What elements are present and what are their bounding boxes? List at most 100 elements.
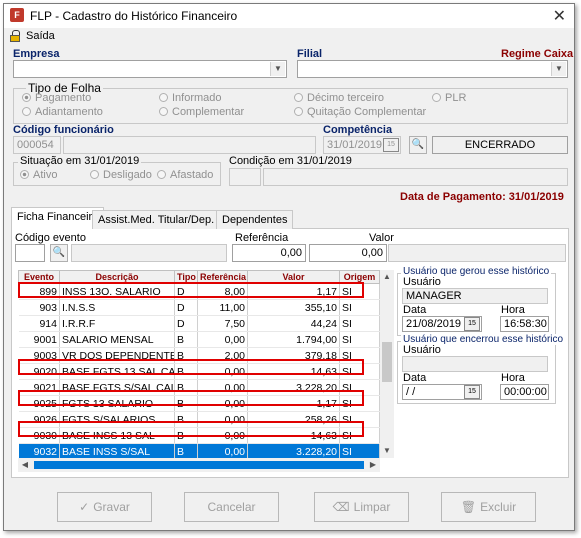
cancelar-button[interactable]: Cancelar bbox=[184, 492, 279, 522]
cell: 0,00 bbox=[197, 331, 248, 348]
search-icon[interactable]: 🔍 bbox=[409, 136, 427, 154]
cell: SI bbox=[339, 379, 380, 396]
valor-label: Valor bbox=[369, 232, 394, 244]
calendar-icon[interactable]: 15 bbox=[383, 138, 399, 152]
gerou-usuario-field: MANAGER bbox=[402, 288, 548, 304]
table-row[interactable]: 9001 SALARIO MENSAL B 0,00 1.794,00 SI bbox=[18, 331, 380, 348]
gerou-hora-field: 16:58:30 bbox=[500, 316, 549, 332]
encerrou-hora-label: Hora bbox=[501, 372, 525, 384]
vertical-scrollbar[interactable]: ▲ ▼ bbox=[380, 270, 394, 458]
competencia-label: Competência bbox=[323, 124, 393, 136]
data-pagamento: Data de Pagamento: 31/01/2019 bbox=[400, 191, 564, 203]
cell: 1,17 bbox=[247, 395, 340, 412]
evento-desc-field bbox=[71, 244, 227, 262]
extra-field bbox=[388, 244, 566, 262]
excluir-button[interactable]: 🗑 Excluir bbox=[441, 492, 536, 522]
cell: 11,00 bbox=[197, 299, 248, 316]
calendar-icon[interactable]: 15 bbox=[464, 385, 480, 399]
table-row[interactable]: 9020BASE FGTS 13 SAL CALCB0,0014,63SI bbox=[18, 363, 380, 380]
cell: 0,00 bbox=[197, 363, 248, 380]
cell: SI bbox=[339, 427, 380, 444]
cell: I.R.R.F bbox=[59, 315, 175, 332]
menu-saida[interactable]: Saída bbox=[26, 30, 55, 42]
cell: SI bbox=[339, 299, 380, 316]
scroll-thumb[interactable] bbox=[34, 461, 364, 469]
scroll-down-icon[interactable]: ▼ bbox=[380, 444, 394, 458]
scroll-up-icon[interactable]: ▲ bbox=[380, 270, 394, 284]
valor-input[interactable]: 0,00 bbox=[309, 244, 387, 262]
table-row[interactable]: 9025 FGTS 13 SALARIO B 0,00 1,17 SI bbox=[18, 395, 380, 412]
tab-ficha-financeira[interactable]: Ficha Financeira bbox=[11, 207, 105, 229]
codigo-func-input[interactable]: 000054 bbox=[13, 136, 61, 154]
cell: 3.228,20 bbox=[247, 379, 340, 396]
cell: 903 bbox=[18, 299, 60, 316]
scroll-thumb[interactable] bbox=[382, 342, 392, 382]
chevron-down-icon: ▼ bbox=[270, 62, 285, 76]
close-icon[interactable]: ✕ bbox=[553, 6, 566, 26]
table-row[interactable]: 9003 VR DOS DEPENDENTES B 2,00 379,18 SI bbox=[18, 347, 380, 364]
table-row[interactable]: 914 I.R.R.F D 7,50 44,24 SI bbox=[18, 315, 380, 332]
tab-assist-med[interactable]: Assist.Med. Titular/Dep. bbox=[92, 210, 221, 229]
scroll-right-icon[interactable]: ▶ bbox=[366, 458, 380, 472]
radio-complementar[interactable]: Complementar bbox=[159, 106, 244, 118]
radio-afastado[interactable]: Afastado bbox=[157, 169, 213, 181]
competencia-input[interactable]: 31/01/2019 15 bbox=[323, 136, 401, 154]
table-header-row: Evento Descrição Tipo Referência Valor O… bbox=[18, 270, 380, 284]
col-valor[interactable]: Valor bbox=[247, 270, 340, 284]
col-tipo[interactable]: Tipo bbox=[174, 270, 198, 284]
filial-select[interactable]: ▼ bbox=[297, 60, 568, 78]
cell: 9003 bbox=[18, 347, 60, 364]
regime-label: Regime Caixa bbox=[501, 48, 574, 60]
limpar-button[interactable]: ⌫ Limpar bbox=[314, 492, 409, 522]
cell: 44,24 bbox=[247, 315, 340, 332]
cell: 14,63 bbox=[247, 363, 340, 380]
lock-icon bbox=[10, 30, 20, 42]
col-evento[interactable]: Evento bbox=[18, 270, 60, 284]
table-row[interactable]: 903 I.N.S.S D 11,00 355,10 SI bbox=[18, 299, 380, 316]
horizontal-scrollbar[interactable]: ◀ ▶ bbox=[18, 458, 380, 472]
cell: SI bbox=[339, 331, 380, 348]
cell: B bbox=[174, 331, 198, 348]
cell: 355,10 bbox=[247, 299, 340, 316]
cell: D bbox=[174, 283, 198, 300]
search-icon[interactable]: 🔍 bbox=[50, 244, 68, 262]
codigo-evento-input[interactable] bbox=[15, 244, 45, 262]
scroll-left-icon[interactable]: ◀ bbox=[18, 458, 32, 472]
cell: 9025 bbox=[18, 395, 60, 412]
cell: 1.794,00 bbox=[247, 331, 340, 348]
cell: INSS 13O. SALARIO bbox=[59, 283, 175, 300]
cell: SALARIO MENSAL bbox=[59, 331, 175, 348]
col-origem[interactable]: Origem bbox=[339, 270, 380, 284]
col-descricao[interactable]: Descrição bbox=[59, 270, 175, 284]
encerrou-data-label: Data bbox=[403, 372, 427, 384]
trash-icon: 🗑 bbox=[460, 500, 477, 514]
empresa-select[interactable]: ▼ bbox=[13, 60, 287, 78]
menu-bar: Saída bbox=[4, 28, 574, 46]
radio-decimo-terceiro[interactable]: Décimo terceiro bbox=[294, 92, 384, 104]
radio-desligado[interactable]: Desligado bbox=[90, 169, 152, 181]
radio-adiantamento[interactable]: Adiantamento bbox=[22, 106, 103, 118]
cell: 899 bbox=[18, 283, 60, 300]
table-row[interactable]: 9030 BASE INSS 13 SAL B 0,00 14,63 SI bbox=[18, 427, 380, 444]
table-row[interactable]: 899 INSS 13O. SALARIO D 8,00 1,17 SI bbox=[18, 283, 380, 300]
cell: 0,00 bbox=[197, 411, 248, 428]
main-window: F FLP - Cadastro do Histórico Financeiro… bbox=[3, 3, 575, 531]
gravar-button[interactable]: ✓ Gravar bbox=[57, 492, 152, 522]
col-referencia[interactable]: Referência bbox=[197, 270, 248, 284]
condicao-code-field bbox=[229, 168, 261, 186]
table-row[interactable]: 9026 FGTS S/SALARIOS B 0,00 258,26 SI bbox=[18, 411, 380, 428]
radio-quitacao-complementar[interactable]: Quitação Complementar bbox=[294, 106, 426, 118]
radio-ativo[interactable]: Ativo bbox=[20, 169, 57, 181]
cell: 9020 bbox=[18, 363, 60, 380]
radio-informado[interactable]: Informado bbox=[159, 92, 222, 104]
radio-plr[interactable]: PLR bbox=[432, 92, 466, 104]
tab-dependentes[interactable]: Dependentes bbox=[216, 210, 294, 229]
nome-func-field bbox=[63, 136, 316, 154]
cell: 0,00 bbox=[197, 379, 248, 396]
table-row[interactable]: 9021 BASE FGTS S/SAL CALC B 0,00 3.228,20 SI bbox=[18, 379, 380, 396]
cell: 7,50 bbox=[197, 315, 248, 332]
cell: SI bbox=[339, 283, 380, 300]
calendar-icon[interactable]: 15 bbox=[464, 317, 480, 331]
referencia-input[interactable]: 0,00 bbox=[232, 244, 306, 262]
radio-pagamento[interactable]: Pagamento bbox=[22, 92, 91, 104]
